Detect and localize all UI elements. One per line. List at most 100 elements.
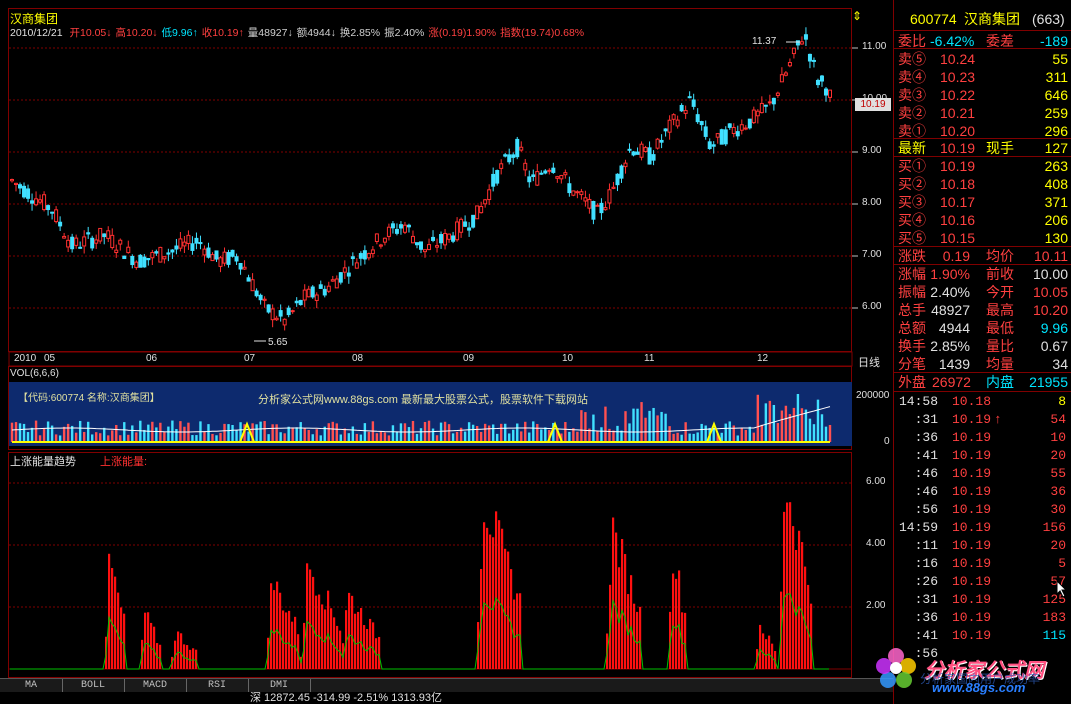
energy-bar (285, 612, 288, 669)
stat-label-2: 前收 (986, 266, 1014, 282)
separator (894, 264, 1071, 265)
period-label[interactable]: 日线 (858, 354, 880, 370)
volume-bar (612, 430, 615, 442)
candle-body (154, 251, 159, 254)
candle-body (575, 191, 580, 194)
date-axis-label: 07 (244, 353, 256, 364)
volume-axis-top: 200000 (856, 390, 890, 401)
tick-price: 10.19 (952, 610, 992, 625)
candle-body (499, 163, 504, 169)
candle-body (735, 131, 740, 137)
tab-macd[interactable]: MACD (124, 679, 187, 693)
volume-bar (479, 431, 483, 442)
tick-time: :31 (914, 412, 938, 427)
energy-bar (153, 626, 156, 669)
candle-body (751, 109, 756, 124)
candle-body (198, 242, 203, 245)
volume-bar (491, 424, 495, 442)
candle-body (230, 249, 235, 257)
mouse-cursor-icon (1056, 580, 1068, 598)
candle-body (262, 298, 267, 301)
tick-volume: 8 (1058, 394, 1066, 409)
candle-body (583, 197, 588, 202)
candle-body (519, 146, 524, 151)
volume-bar (788, 414, 792, 442)
energy-bar (273, 590, 276, 669)
tab-ma[interactable]: MA (0, 679, 63, 693)
date-axis-label: 08 (352, 353, 364, 364)
sell-volume: 311 (1045, 69, 1068, 85)
candle-body (679, 104, 684, 112)
candle-body (431, 236, 436, 241)
energy-bar (336, 625, 339, 669)
energy-bar (195, 649, 198, 669)
candle-body (783, 72, 788, 76)
energy-bar (180, 633, 183, 669)
candle-body (38, 199, 43, 203)
candle-body (727, 123, 732, 128)
energy-bar (492, 537, 495, 669)
volume-bar (516, 423, 519, 442)
volume-bar (171, 420, 174, 442)
energy-bar (612, 517, 615, 669)
candle-body (138, 254, 143, 268)
chart-canvas[interactable] (0, 0, 893, 678)
candle-body (815, 79, 820, 86)
candle-body (106, 230, 111, 239)
buy-row: 买① 10.19 263 (898, 157, 1070, 175)
tab-dmi[interactable]: DMI (248, 679, 311, 693)
energy-bar (117, 592, 120, 669)
volume-bar (748, 426, 752, 442)
energy-bar (615, 532, 618, 669)
volume-bar (764, 403, 768, 442)
stat-label: 分笔 (898, 356, 926, 372)
energy-bar (339, 630, 342, 669)
candle-body (631, 151, 636, 156)
energy-bar (783, 511, 786, 669)
candle-body (334, 278, 339, 289)
volume-bar (828, 424, 832, 442)
volume-bar (311, 434, 314, 442)
candle-body (471, 214, 476, 228)
buy-price: 10.16 (940, 212, 976, 228)
stat-value-2: 0.67 (1040, 338, 1068, 354)
buy-label: 买① (898, 158, 926, 174)
stat-row: 振幅 2.40% 今开 10.05 (898, 283, 1070, 301)
chart-area[interactable]: 汉商集团 ⇕ 2010/12/21 开10.05↓ 高10.20↓ 低9.96↑ 收1… (0, 0, 893, 678)
stat-value-2: 34 (1052, 356, 1068, 372)
buy-label: 买④ (898, 212, 926, 228)
energy-bar (309, 569, 312, 669)
tick-price: 10.18 (952, 394, 992, 409)
energy-bar (144, 612, 147, 669)
volume-bar (291, 427, 294, 442)
volume-bar (223, 423, 226, 442)
candle-body (406, 224, 411, 228)
volume-bar (367, 431, 371, 442)
volume-bar (103, 427, 106, 442)
candle-body (571, 190, 576, 196)
volume-bar (131, 425, 134, 442)
energy-signal-line (10, 593, 829, 670)
tick-time: 14:59 (898, 520, 938, 535)
tab-boll[interactable]: BOLL (62, 679, 125, 693)
candle-body (791, 47, 796, 55)
energy-bar (150, 622, 153, 669)
candle-body (298, 299, 303, 306)
low-annotation: 5.65 (268, 337, 288, 348)
energy-bar (177, 631, 180, 669)
candle-body (799, 41, 804, 45)
tick-row: :11 10.19 20 (894, 537, 1071, 555)
tick-price: 10.19 (952, 412, 992, 427)
candle-body (531, 174, 536, 178)
tick-price: 10.19 (952, 556, 992, 571)
stat-label-2: 均量 (986, 356, 1014, 372)
candle-body (414, 242, 419, 246)
tab-rsi[interactable]: RSI (186, 679, 249, 693)
volume-bar (259, 421, 262, 442)
candle-body (42, 194, 47, 211)
candle-body (515, 138, 520, 158)
energy-bar (120, 607, 123, 669)
candle-body (170, 249, 175, 253)
energy-bar (321, 604, 324, 669)
volume-bar (123, 422, 126, 442)
